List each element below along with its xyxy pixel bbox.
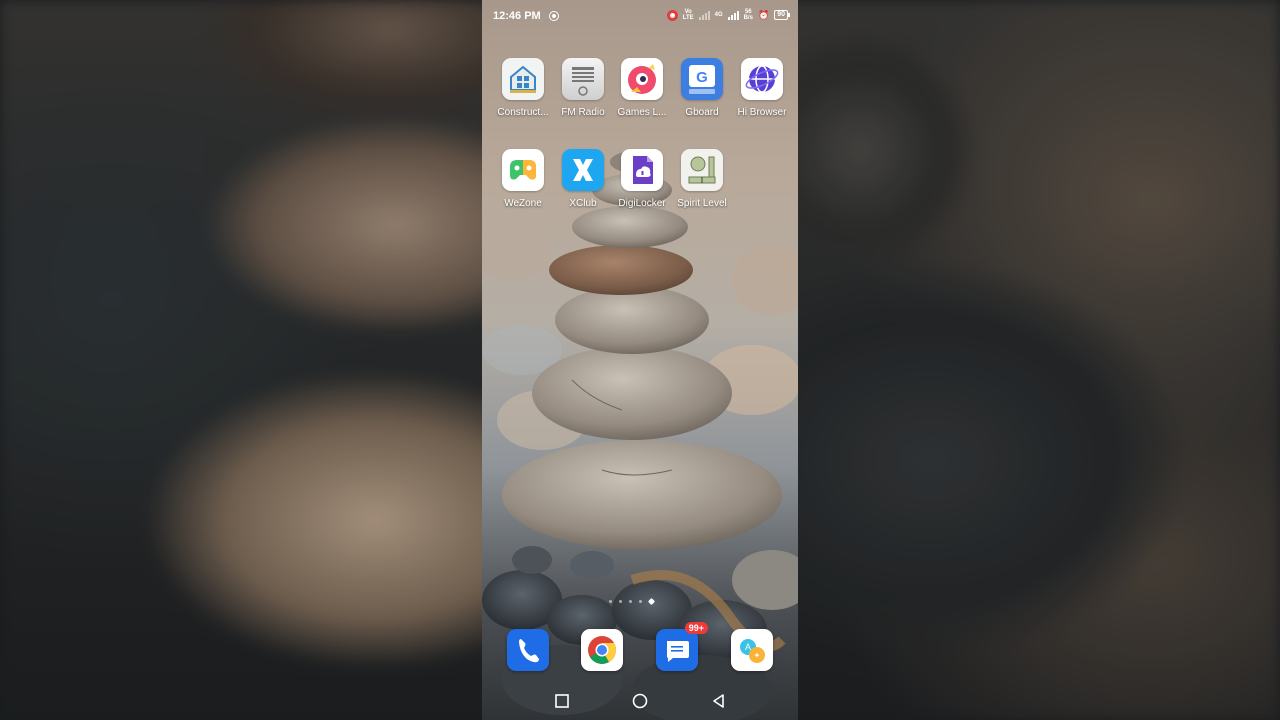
app-label: Construct... — [497, 107, 549, 118]
spirit-level-icon — [681, 149, 723, 191]
battery-indicator: 90 — [774, 10, 790, 20]
svg-text:✦: ✦ — [754, 651, 761, 660]
phone-icon — [519, 639, 539, 663]
digilocker-icon — [621, 149, 663, 191]
clock: 12:46 PM — [493, 10, 541, 22]
app-label: Gboard — [685, 107, 719, 118]
status-bar: 12:46 PM Vo LTE 4G 56 B/s ⏰ 90 — [482, 0, 798, 32]
app-fm-radio[interactable]: FM Radio — [552, 58, 614, 118]
signal-sim2-icon — [698, 10, 710, 20]
signal-sim1-icon — [727, 10, 739, 20]
dock-chrome[interactable] — [581, 629, 623, 671]
recents-button[interactable] — [553, 692, 571, 710]
app-label: Hi Browser — [737, 107, 787, 118]
page-dot[interactable] — [609, 600, 612, 603]
app-label: XClub — [569, 198, 597, 209]
xclub-icon — [562, 149, 604, 191]
app-gboard[interactable]: G Gboard — [671, 58, 733, 118]
recording-indicator-icon — [666, 9, 678, 21]
volte-bottom: LTE — [682, 15, 694, 21]
status-icons: Vo LTE 4G 56 B/s ⏰ 90 — [666, 9, 790, 21]
navigation-bar — [482, 682, 798, 720]
app-label: FM Radio — [561, 107, 605, 118]
games-icon — [621, 58, 663, 100]
screen-record-status-icon — [549, 11, 559, 21]
app-digilocker[interactable]: DigiLocker — [611, 149, 673, 209]
page-dot[interactable] — [629, 600, 632, 603]
page-dot[interactable] — [619, 600, 622, 603]
app-label: DigiLocker — [618, 198, 666, 209]
assistant-icon: A ✦ — [740, 639, 765, 663]
messages-icon — [667, 641, 689, 662]
app-hi-browser[interactable]: Hi Browser — [731, 58, 793, 118]
phone-screen: 12:46 PM Vo LTE 4G 56 B/s ⏰ 90 Construct… — [482, 0, 798, 720]
app-games[interactable]: Games L... — [611, 58, 673, 118]
app-wezone[interactable]: WeZone — [492, 149, 554, 209]
page-dot-active[interactable] — [647, 597, 656, 606]
app-label: WeZone — [504, 198, 542, 209]
alarm-icon: ⏰ — [757, 9, 770, 20]
construct-icon — [502, 58, 544, 100]
svg-text:A: A — [745, 642, 751, 652]
dock-assistant[interactable]: A ✦ — [731, 629, 773, 671]
network-speed: 56 B/s — [744, 9, 753, 21]
gboard-icon: G — [681, 58, 723, 100]
volte-indicator: Vo LTE — [683, 9, 694, 21]
app-label: Spirit Level — [677, 198, 727, 209]
chrome-icon — [588, 636, 616, 664]
speed-unit: B/s — [743, 15, 753, 21]
network-type: 4G — [714, 12, 723, 18]
radio-icon — [562, 58, 604, 100]
svg-text:G: G — [696, 69, 708, 86]
page-dot[interactable] — [639, 600, 642, 603]
app-xclub[interactable]: XClub — [552, 149, 614, 209]
wezone-icon — [502, 149, 544, 191]
app-label: Games L... — [617, 107, 667, 118]
app-construct[interactable]: Construct... — [492, 58, 554, 118]
unread-badge: 99+ — [684, 622, 708, 634]
home-button[interactable] — [631, 692, 649, 710]
back-button[interactable] — [710, 692, 728, 710]
page-indicator — [609, 597, 656, 606]
dock-messages[interactable]: 99+ — [656, 622, 708, 671]
dock-phone[interactable] — [507, 629, 549, 671]
browser-icon — [741, 58, 783, 100]
app-spirit-level[interactable]: Spirit Level — [671, 149, 733, 209]
